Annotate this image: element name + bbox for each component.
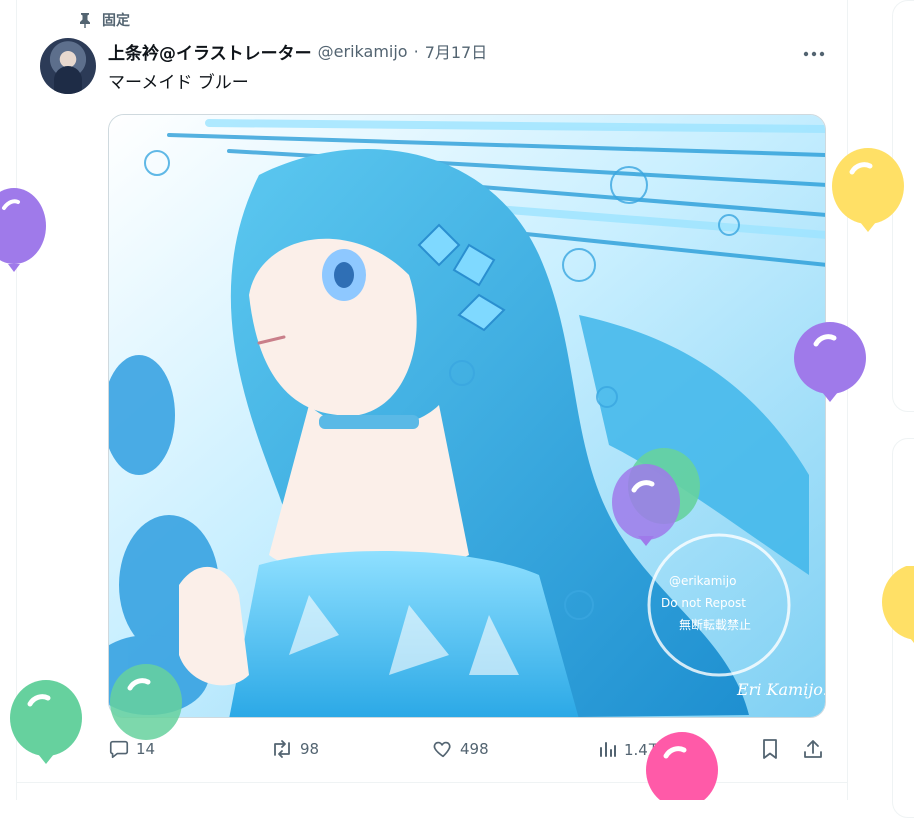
separator: ·: [413, 41, 419, 61]
author-handle[interactable]: @erikamijo: [318, 42, 408, 61]
like-count: 498: [460, 740, 489, 758]
balloon-icon: [882, 566, 914, 643]
share-button[interactable]: [802, 734, 824, 764]
like-icon: [432, 738, 454, 760]
balloon-icon: [612, 448, 700, 546]
balloon-icon: [794, 322, 866, 402]
pinned-indicator: 固定: [78, 10, 130, 30]
views-icon: [598, 739, 618, 759]
more-icon: [803, 42, 825, 61]
next-tweet-divider: [16, 782, 848, 783]
bookmark-icon: [760, 738, 780, 760]
balloon-icon: [646, 732, 718, 800]
retweet-button[interactable]: 98: [270, 734, 319, 764]
balloon-icon: [832, 148, 904, 232]
balloon-icon: [0, 188, 46, 272]
author-name[interactable]: 上条衿@イラストレーター: [108, 39, 312, 64]
illustration-artwork: @erikamijo Do not Repost 無断転載禁止 Eri Kami…: [109, 115, 826, 717]
avatar[interactable]: [40, 38, 96, 94]
stamp-line-1: @erikamijo: [669, 574, 736, 588]
balloon-icon: [10, 680, 82, 764]
pinned-label: 固定: [102, 13, 130, 29]
tweet-image[interactable]: @erikamijo Do not Repost 無断転載禁止 Eri Kami…: [108, 114, 826, 718]
tweet-text: マーメイド ブルー: [108, 73, 249, 93]
tweet-header: 上条衿@イラストレーター @erikamijo · 7月17日: [108, 38, 487, 64]
retweet-icon: [270, 738, 294, 760]
stamp-line-2: Do not Repost: [661, 596, 746, 610]
bookmark-button[interactable]: [760, 734, 780, 764]
more-button[interactable]: [800, 38, 828, 64]
stamp-line-3: 無断転載禁止: [679, 617, 751, 632]
artist-signature: Eri Kamijo.: [736, 680, 826, 699]
pin-icon: [78, 12, 92, 28]
balloon-icon: [110, 664, 182, 740]
share-icon: [802, 738, 824, 760]
retweet-count: 98: [300, 740, 320, 758]
like-button[interactable]: 498: [432, 734, 489, 764]
tweet-date[interactable]: 7月17日: [425, 39, 488, 63]
